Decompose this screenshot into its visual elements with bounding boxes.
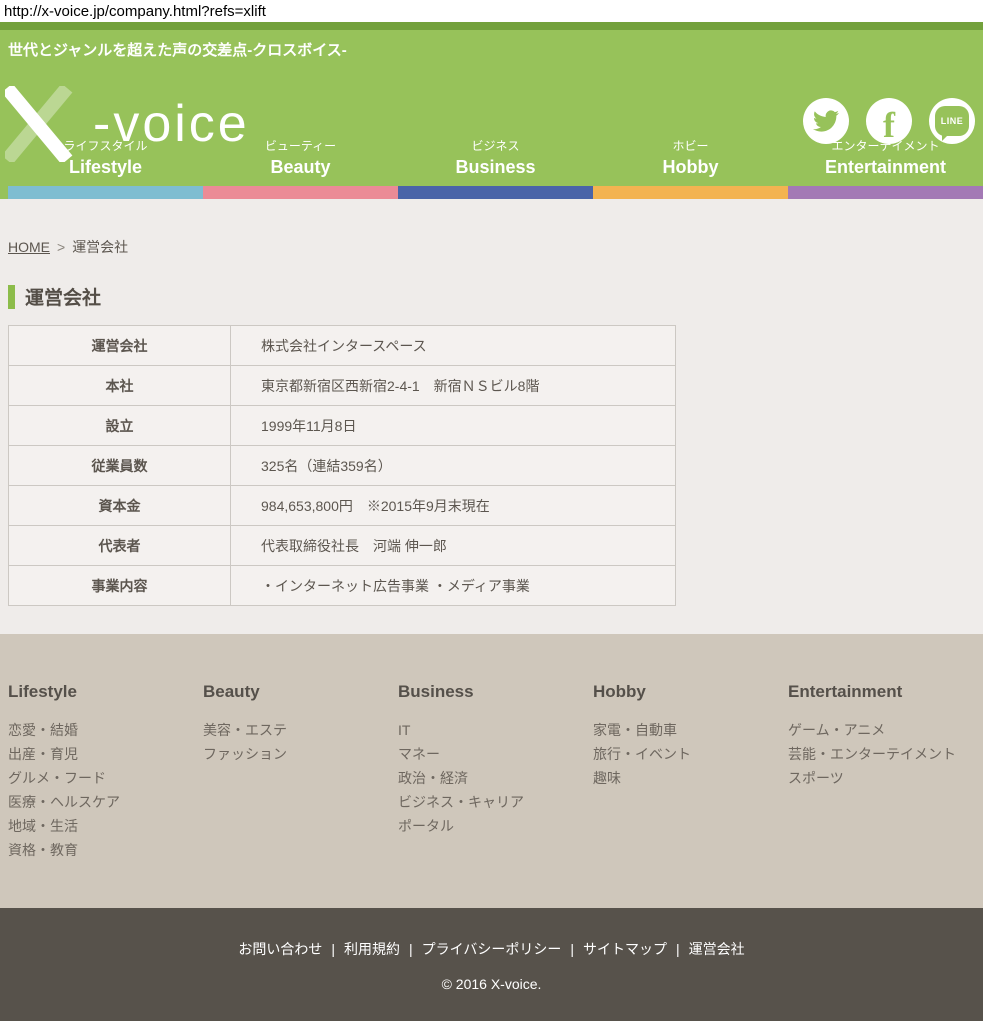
site-tagline: 世代とジャンルを超えた声の交差点-クロスボイス- <box>0 30 983 60</box>
table-row: 代表者 代表取締役社長 河端 伸一郎 <box>9 526 676 566</box>
breadcrumb-current: 運営会社 <box>72 239 128 255</box>
twitter-icon <box>813 108 839 134</box>
main-content: HOME > 運営会社 運営会社 運営会社 株式会社インタースペース 本社 東京都新… <box>0 199 983 634</box>
table-row: 本社 東京都新宿区西新宿2-4-1 新宿ＮＳビル8階 <box>9 366 676 406</box>
entertainment-color-bar <box>788 186 983 199</box>
beauty-color-bar <box>203 186 398 199</box>
footer-link[interactable]: ゲーム・アニメ <box>788 718 983 742</box>
footer-link[interactable]: 芸能・エンターテイメント <box>788 742 983 766</box>
footer-link[interactable]: スポーツ <box>788 766 983 790</box>
link-separator: | <box>570 941 574 957</box>
footer-link[interactable]: 出産・育児 <box>8 742 203 766</box>
site-header: 世代とジャンルを超えた声の交差点-クロスボイス- -voice f LINE <box>0 30 983 186</box>
sitemap-footer: Lifestyle 恋愛・結婚 出産・育児 グルメ・フード 医療・ヘルスケア 地… <box>0 634 983 908</box>
header-top-strip <box>0 22 983 30</box>
lifestyle-color-bar <box>8 186 203 199</box>
link-separator: | <box>409 941 413 957</box>
footer-col-hobby: Hobby 家電・自動車 旅行・イベント 趣味 <box>593 682 788 908</box>
footer-link[interactable]: 美容・エステ <box>203 718 398 742</box>
footer-link[interactable]: 医療・ヘルスケア <box>8 790 203 814</box>
breadcrumb-separator: > <box>57 239 65 255</box>
table-row: 設立 1999年11月8日 <box>9 406 676 446</box>
footer-link[interactable]: 資格・教育 <box>8 838 203 862</box>
footer-link[interactable]: IT <box>398 718 593 742</box>
footer-link[interactable]: 家電・自動車 <box>593 718 788 742</box>
title-accent-bar <box>8 285 15 309</box>
footer-link[interactable]: 旅行・イベント <box>593 742 788 766</box>
table-row: 事業内容 ・インターネット広告事業 ・メディア事業 <box>9 566 676 606</box>
nav-color-bar <box>0 186 983 199</box>
footer-link[interactable]: ファッション <box>203 742 398 766</box>
company-info-table: 運営会社 株式会社インタースペース 本社 東京都新宿区西新宿2-4-1 新宿ＮＳ… <box>8 325 676 606</box>
hobby-color-bar <box>593 186 788 199</box>
breadcrumb: HOME > 運営会社 <box>8 237 983 257</box>
bottom-footer: お問い合わせ | 利用規約 | プライバシーポリシー | サイトマップ | 運営会社 © 201… <box>0 908 983 1021</box>
footer-col-entertainment: Entertainment ゲーム・アニメ 芸能・エンターテイメント スポーツ <box>788 682 983 908</box>
page-title: 運営会社 <box>8 283 983 310</box>
footer-col-beauty: Beauty 美容・エステ ファッション <box>203 682 398 908</box>
nav-item-entertainment[interactable]: エンターテイメント Entertainment <box>788 137 983 186</box>
company-link[interactable]: 運営会社 <box>689 941 745 957</box>
url-text: http://x-voice.jp/company.html?refs=xlif… <box>0 0 983 22</box>
table-row: 運営会社 株式会社インタースペース <box>9 326 676 366</box>
nav-item-beauty[interactable]: ビューティー Beauty <box>203 137 398 186</box>
link-separator: | <box>676 941 680 957</box>
main-nav: ライフスタイル Lifestyle ビューティー Beauty ビジネス Bus… <box>0 137 983 186</box>
nav-item-business[interactable]: ビジネス Business <box>398 137 593 186</box>
breadcrumb-home-link[interactable]: HOME <box>8 239 50 255</box>
contact-link[interactable]: お問い合わせ <box>238 941 322 957</box>
footer-link[interactable]: ビジネス・キャリア <box>398 790 593 814</box>
bottom-footer-links: お問い合わせ | 利用規約 | プライバシーポリシー | サイトマップ | 運営会社 <box>0 908 983 959</box>
table-row: 資本金 984,653,800円 ※2015年9月末現在 <box>9 486 676 526</box>
footer-link[interactable]: マネー <box>398 742 593 766</box>
nav-item-hobby[interactable]: ホビー Hobby <box>593 137 788 186</box>
terms-link[interactable]: 利用規約 <box>344 941 400 957</box>
footer-link[interactable]: グルメ・フード <box>8 766 203 790</box>
link-separator: | <box>331 941 335 957</box>
footer-link[interactable]: 恋愛・結婚 <box>8 718 203 742</box>
footer-col-business: Business IT マネー 政治・経済 ビジネス・キャリア ポータル <box>398 682 593 908</box>
privacy-policy-link[interactable]: プライバシーポリシー <box>422 941 562 957</box>
nav-item-lifestyle[interactable]: ライフスタイル Lifestyle <box>8 137 203 186</box>
footer-link[interactable]: 地域・生活 <box>8 814 203 838</box>
footer-link[interactable]: 趣味 <box>593 766 788 790</box>
footer-link[interactable]: 政治・経済 <box>398 766 593 790</box>
line-icon: LINE <box>935 106 969 136</box>
table-row: 従業員数 325名（連結359名） <box>9 446 676 486</box>
footer-link[interactable]: ポータル <box>398 814 593 838</box>
footer-col-lifestyle: Lifestyle 恋愛・結婚 出産・育児 グルメ・フード 医療・ヘルスケア 地… <box>8 682 203 908</box>
copyright: © 2016 X-voice. <box>0 976 983 992</box>
business-color-bar <box>398 186 593 199</box>
sitemap-link[interactable]: サイトマップ <box>583 941 667 957</box>
